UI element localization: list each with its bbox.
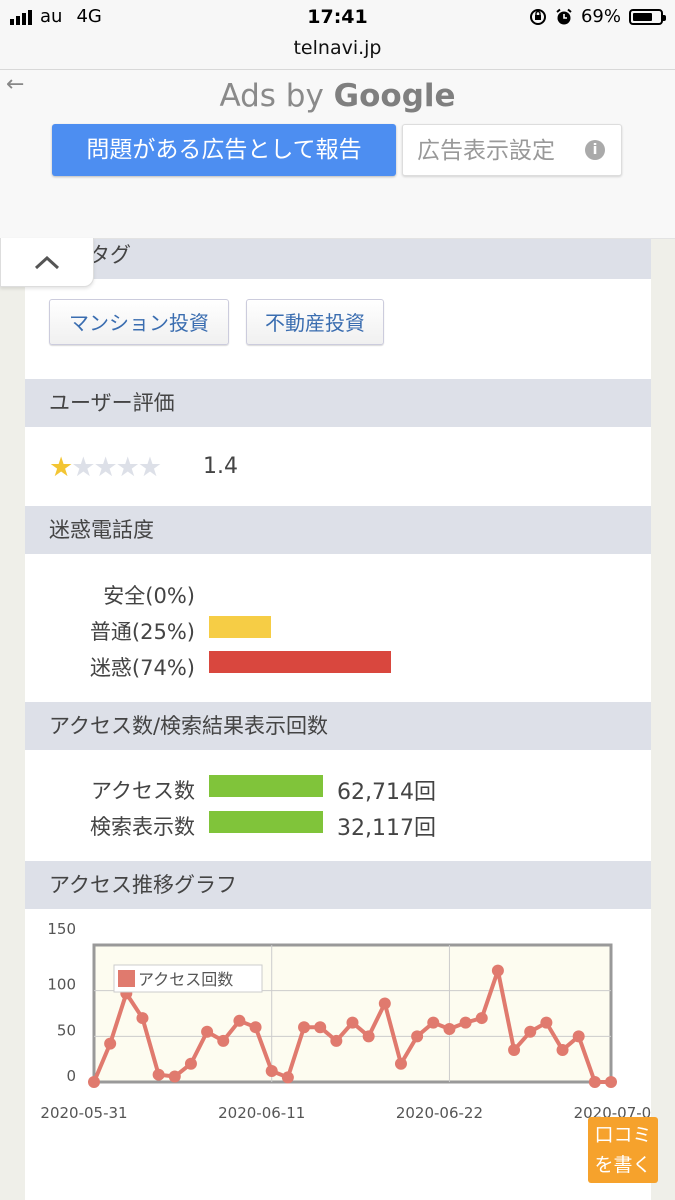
data-point <box>411 1030 424 1043</box>
data-point <box>346 1016 359 1029</box>
data-point <box>330 1034 343 1047</box>
y-tick-label: 100 <box>47 976 76 994</box>
chevron-up-icon <box>34 256 60 270</box>
data-point <box>556 1044 569 1057</box>
battery-icon <box>629 8 666 25</box>
rating-value: 1.4 <box>203 454 238 479</box>
data-point <box>378 997 391 1010</box>
data-point <box>249 1021 262 1034</box>
data-point <box>475 1012 488 1025</box>
status-bar: au 4G 17:41 69% <box>0 0 675 36</box>
nuisance-normal-bar <box>209 616 271 638</box>
search-count-label: 検索表示数 <box>90 815 195 839</box>
data-point <box>605 1076 617 1088</box>
access-count-label: アクセス数 <box>91 779 195 803</box>
star-filled-icon: ★ <box>49 452 73 483</box>
data-point <box>508 1044 521 1057</box>
ad-settings-label: 広告表示設定 <box>417 138 555 164</box>
star-empty-icon: ★ <box>71 452 95 483</box>
data-point <box>314 1021 327 1034</box>
search-count-bar <box>209 811 323 833</box>
url-bar[interactable]: telnavi.jp <box>0 36 675 70</box>
data-point <box>217 1034 230 1047</box>
data-point <box>427 1016 440 1029</box>
data-point <box>233 1014 246 1027</box>
y-tick-label: 50 <box>57 1021 76 1039</box>
legend-label: アクセス回数 <box>138 970 233 989</box>
data-point <box>588 1076 601 1088</box>
report-ad-button[interactable]: 問題がある広告として報告 <box>52 124 396 176</box>
write-review-line2: を書く <box>594 1154 652 1176</box>
access-trend-chart: 150 100 50 0 2020-05-31 2020-06-11 2020-06-22 2… <box>25 908 660 1122</box>
data-point <box>152 1068 165 1081</box>
legend-swatch <box>118 970 135 987</box>
rating-stars: ★★★★★ <box>49 452 162 483</box>
access-header: アクセス数/検索結果表示回数 <box>25 702 651 750</box>
write-review-line1: 口コミ <box>594 1124 652 1146</box>
x-tick-label: 2020-06-11 <box>218 1104 305 1118</box>
data-point <box>168 1070 181 1083</box>
write-review-button[interactable]: 口コミ を書く <box>588 1117 658 1183</box>
main-content: タグ マンション投資 不動産投資 ユーザー評価 ★★★★★ 1.4 迷惑電話度 … <box>25 238 661 1200</box>
data-point <box>136 1012 149 1025</box>
star-empty-icon: ★ <box>137 452 162 483</box>
data-point <box>298 1021 311 1034</box>
tag-real-estate-investment[interactable]: 不動産投資 <box>246 299 384 345</box>
data-point <box>443 1023 456 1036</box>
data-point <box>524 1025 537 1038</box>
data-point <box>540 1016 553 1029</box>
x-tick-label: 2020-06-22 <box>396 1104 483 1118</box>
data-point <box>394 1057 407 1070</box>
ad-settings-button[interactable]: 広告表示設定 i <box>402 124 622 176</box>
access-count-value: 62,714回 <box>337 780 436 805</box>
ads-by-text: Ads by <box>219 78 324 114</box>
tags-header: タグ <box>25 238 651 279</box>
orientation-lock-icon <box>529 8 546 25</box>
nuisance-annoying-label: 迷惑(74%) <box>89 656 195 680</box>
data-point <box>184 1057 197 1070</box>
url-domain: telnavi.jp <box>293 37 382 59</box>
nuisance-annoying-bar <box>209 651 392 673</box>
data-point <box>281 1071 294 1084</box>
x-tick-label: 2020-07-03 <box>574 1104 651 1118</box>
google-logo: Google <box>333 78 456 114</box>
graph-header: アクセス推移グラフ <box>25 861 651 909</box>
ad-panel: ← Ads by Google 問題がある広告として報告 広告表示設定 i <box>0 70 675 239</box>
x-tick-label: 2020-05-31 <box>40 1104 127 1118</box>
star-empty-icon: ★ <box>93 452 117 483</box>
nuisance-header: 迷惑電話度 <box>25 506 651 554</box>
collapse-button[interactable] <box>0 238 94 287</box>
data-point <box>88 1076 100 1088</box>
battery-percent: 69% <box>580 6 621 27</box>
nuisance-safe-label: 安全(0%) <box>103 584 195 608</box>
tag-mansion-investment[interactable]: マンション投資 <box>49 299 229 345</box>
alarm-icon <box>556 8 572 24</box>
user-rating-header: ユーザー評価 <box>25 379 651 427</box>
data-point <box>201 1025 214 1038</box>
data-point <box>104 1037 117 1050</box>
star-empty-icon: ★ <box>115 452 140 483</box>
y-tick-label: 150 <box>47 920 76 938</box>
status-right: 69% <box>529 6 666 27</box>
data-point <box>572 1030 585 1043</box>
data-point <box>459 1016 472 1029</box>
info-icon: i <box>585 140 605 160</box>
search-count-value: 32,117回 <box>337 816 436 841</box>
data-point <box>265 1065 278 1078</box>
data-point <box>362 1030 375 1043</box>
nuisance-normal-label: 普通(25%) <box>89 620 195 644</box>
data-point <box>491 964 504 977</box>
access-count-bar <box>209 775 323 797</box>
y-tick-label: 0 <box>66 1067 76 1085</box>
ads-by-google: Ads by Google <box>0 78 675 114</box>
chart-svg: 150 100 50 0 2020-05-31 2020-06-11 2020-06-22 2… <box>40 920 660 1122</box>
